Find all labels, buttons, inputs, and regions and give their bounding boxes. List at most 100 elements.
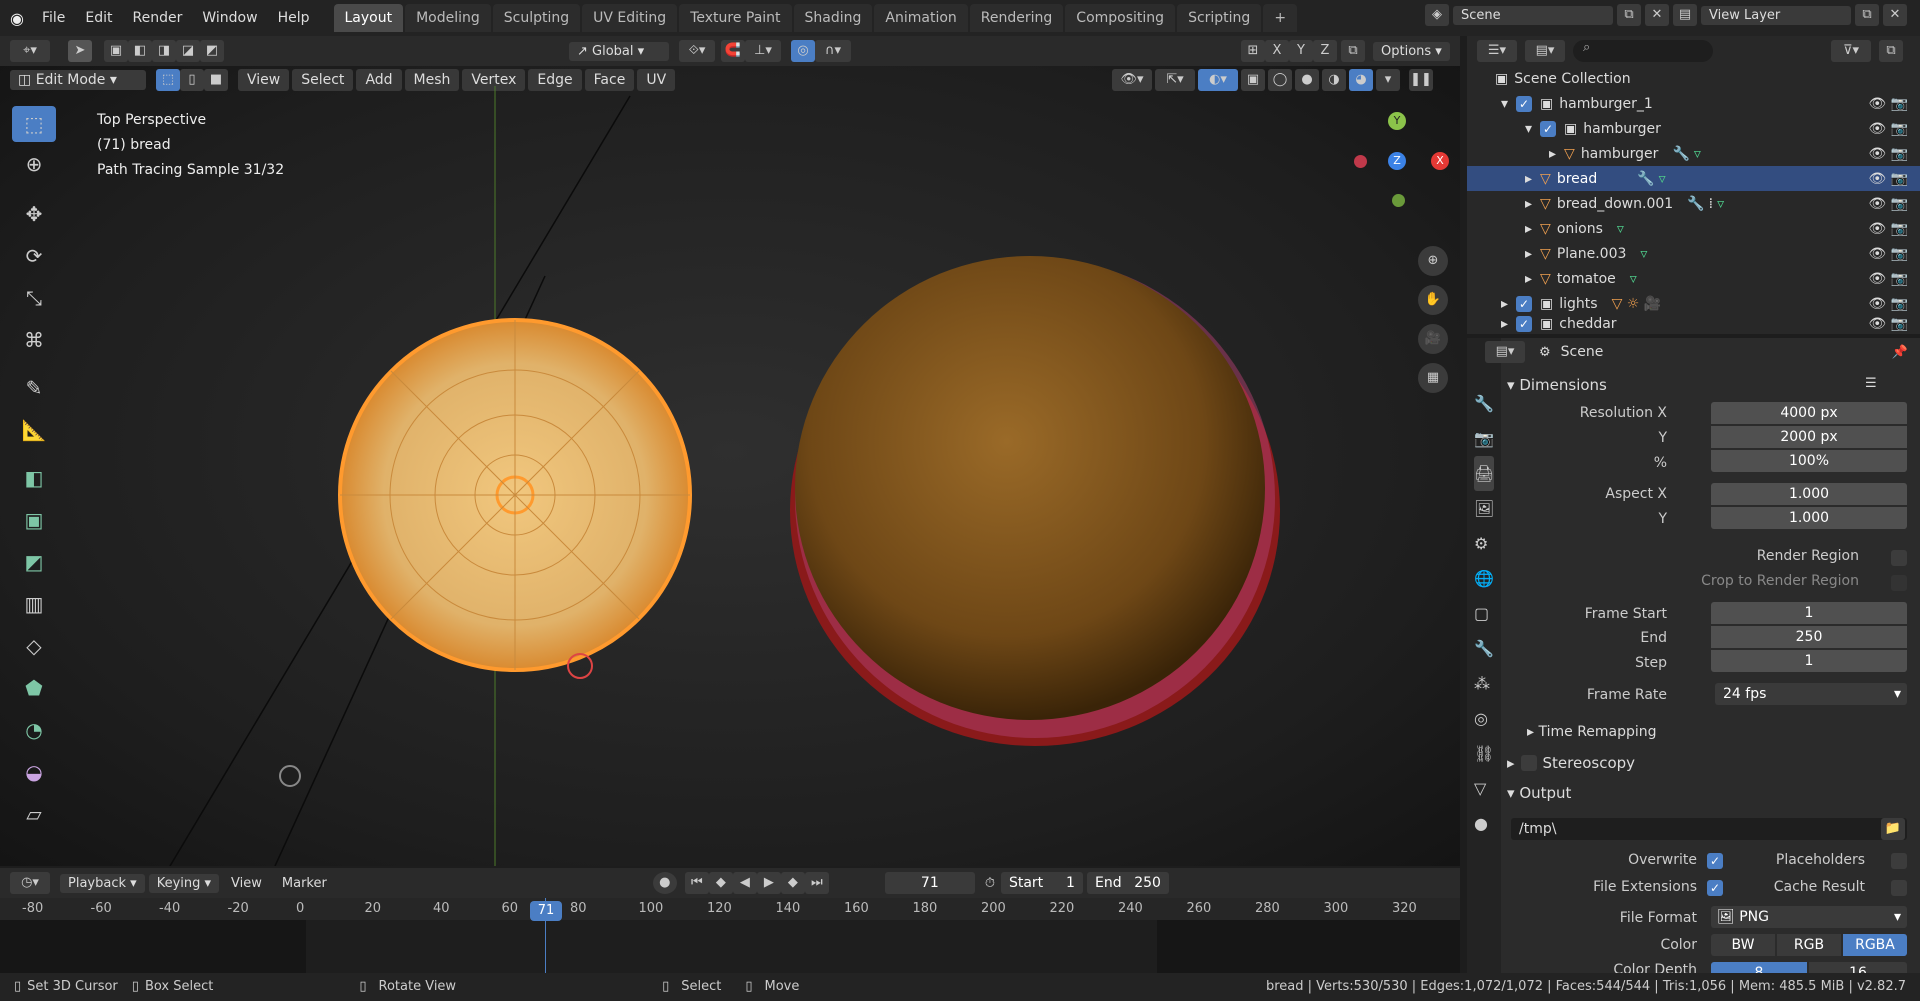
next-keyframe-icon[interactable]: ◆ [780, 872, 805, 894]
menu-edit[interactable]: Edit [75, 10, 122, 26]
new-collection-icon[interactable]: ⧉ [1879, 40, 1903, 62]
light-object-icon[interactable] [279, 765, 301, 787]
jump-start-icon[interactable]: ⏮ [684, 872, 709, 894]
bread-down-mesh[interactable] [790, 256, 1280, 746]
presets-icon[interactable]: ☰ [1865, 376, 1877, 391]
delete-view-layer-icon[interactable]: ✕ [1883, 4, 1907, 26]
properties-editor-icon[interactable]: ▤▾ [1485, 341, 1525, 363]
tab-sculpting[interactable]: Sculpting [492, 4, 581, 32]
delete-scene-icon[interactable]: ✕ [1645, 4, 1669, 26]
render-tab-icon[interactable]: 📷 [1474, 421, 1494, 456]
material-tab-icon[interactable]: ● [1474, 806, 1494, 841]
current-frame-field[interactable]: 71 [884, 872, 975, 894]
eye-icon[interactable]: 👁 📷 [1868, 271, 1908, 287]
menu-window[interactable]: Window [192, 10, 267, 26]
frame-end-field[interactable]: 250 [1711, 626, 1907, 648]
expand-arrow-icon[interactable]: ▸ [1525, 246, 1532, 262]
color-depth-16-button[interactable]: 16 [1809, 962, 1907, 973]
expand-arrow-icon[interactable]: ▸ [1501, 296, 1508, 312]
view-layer-icon[interactable]: ▤ [1673, 4, 1697, 26]
expand-arrow-icon[interactable]: ▾ [1525, 121, 1532, 137]
frame-start-field[interactable]: 1 [1711, 602, 1907, 624]
eye-icon[interactable]: 👁 📷 [1868, 221, 1908, 237]
tab-animation[interactable]: Animation [874, 4, 968, 32]
scene-tab-icon[interactable]: ⚙ [1474, 526, 1494, 561]
eye-icon[interactable]: 👁 📷 [1868, 296, 1908, 312]
expand-arrow-icon[interactable]: ▸ [1525, 171, 1532, 187]
display-mode-icon[interactable]: ▤▾ [1525, 40, 1565, 62]
stereoscopy-checkbox[interactable] [1520, 755, 1537, 771]
tab-uv-editing[interactable]: UV Editing [582, 4, 678, 32]
expand-arrow-icon[interactable]: ▾ [1501, 96, 1508, 112]
time-remapping-header[interactable]: ▸ Time Remapping [1527, 724, 1657, 740]
outliner-row[interactable]: ▾ ✓ ▣ hamburger 👁 📷 [1467, 116, 1920, 141]
keying-menu[interactable]: Keying ▾ [148, 873, 220, 893]
filter-icon[interactable]: ⊽▾ [1831, 40, 1871, 62]
timeline-editor-icon[interactable]: ◷▾ [10, 872, 50, 894]
aspect-y-field[interactable]: 1.000 [1711, 507, 1907, 529]
timeline-track-area[interactable] [0, 898, 1460, 973]
stereoscopy-header[interactable]: ▸ Stereoscopy [1507, 754, 1635, 772]
outliner-row[interactable]: ▸ ▽ tomatoe ▿ 👁 📷 [1467, 266, 1920, 291]
constraints-tab-icon[interactable]: ⛓ [1474, 736, 1494, 771]
collection-checkbox[interactable]: ✓ [1540, 120, 1557, 137]
tab-layout[interactable]: Layout [333, 4, 404, 32]
object-tab-icon[interactable]: ▢ [1474, 596, 1494, 631]
scene-name-field[interactable]: Scene [1453, 5, 1613, 25]
gizmo-x-axis[interactable]: X [1431, 152, 1449, 170]
playback-menu[interactable]: Playback ▾ [60, 873, 145, 893]
output-path-field[interactable]: /tmp\ [1511, 818, 1907, 840]
camera-view-icon[interactable]: 🎥 [1418, 324, 1448, 354]
cache-result-checkbox[interactable] [1891, 880, 1907, 896]
crop-region-checkbox[interactable] [1891, 575, 1907, 591]
outliner-row[interactable]: ▸ ▽ onions ▿ 👁 📷 [1467, 216, 1920, 241]
outliner-root[interactable]: ▣ Scene Collection [1467, 66, 1920, 91]
eye-icon[interactable]: 👁 📷 [1868, 246, 1908, 262]
physics-tab-icon[interactable]: ◎ [1474, 701, 1494, 736]
outliner-editor-icon[interactable]: ☰▾ [1477, 40, 1517, 62]
gizmo-y-axis[interactable]: Y [1388, 112, 1406, 130]
bread-mesh-selected[interactable] [338, 318, 692, 672]
tab-compositing[interactable]: Compositing [1065, 4, 1176, 32]
gizmo-z-axis[interactable]: Z [1388, 152, 1406, 170]
color-rgba-button[interactable]: RGBA [1843, 934, 1907, 956]
particles-tab-icon[interactable]: ⁂ [1474, 666, 1494, 701]
add-workspace-button[interactable]: + [1263, 4, 1298, 32]
view-layer-field[interactable]: View Layer [1701, 5, 1851, 25]
output-tab-icon[interactable]: 🖨 [1474, 456, 1495, 491]
expand-arrow-icon[interactable]: ▸ [1549, 146, 1556, 162]
outliner-search-input[interactable]: ⌕ [1573, 40, 1713, 62]
view-layer-tab-icon[interactable]: 🖼 [1474, 491, 1494, 526]
world-tab-icon[interactable]: 🌐 [1474, 561, 1494, 596]
menu-help[interactable]: Help [268, 10, 320, 26]
outliner-row[interactable]: ▸ ✓ ▣ cheddar 👁 📷 [1467, 314, 1920, 334]
render-region-checkbox[interactable] [1891, 550, 1907, 566]
aspect-x-field[interactable]: 1.000 [1711, 483, 1907, 505]
file-format-dropdown[interactable]: 🖼 PNG ▾ [1711, 906, 1907, 928]
tab-scripting[interactable]: Scripting [1177, 4, 1262, 32]
eye-icon[interactable]: 👁 📷 [1868, 171, 1908, 187]
eye-icon[interactable]: 👁 📷 [1868, 316, 1908, 332]
timeline-ruler[interactable]: -80 -60 -40 -20 0 20 40 60 80 100 120 140 160 180 200 2… [0, 898, 1460, 920]
color-bw-button[interactable]: BW [1711, 934, 1775, 956]
eye-icon[interactable]: 👁 📷 [1868, 196, 1908, 212]
tab-texture-paint[interactable]: Texture Paint [679, 4, 792, 32]
frame-step-field[interactable]: 1 [1711, 650, 1907, 672]
end-frame-field[interactable]: End 250 [1086, 872, 1169, 894]
resolution-x-field[interactable]: 4000 px [1711, 402, 1907, 424]
play-reverse-icon[interactable]: ◀ [732, 872, 757, 894]
eye-icon[interactable]: 👁 📷 [1868, 121, 1908, 137]
gizmo-neg-y-axis[interactable] [1392, 194, 1405, 207]
play-icon[interactable]: ▶ [756, 872, 781, 894]
outliner-row[interactable]: ▸ ▽ bread_down.001 🔧 ⁞ ▿ 👁 📷 [1467, 191, 1920, 216]
frame-rate-dropdown[interactable]: 24 fps ▾ [1715, 683, 1907, 705]
outliner-row[interactable]: ▾ ✓ ▣ hamburger_1 👁 📷 [1467, 91, 1920, 116]
outliner-row[interactable]: ▸ ✓ ▣ lights ▽ ☼ 🎥 👁 📷 [1467, 291, 1920, 316]
scene-icon[interactable]: ◈ [1425, 4, 1449, 26]
tab-rendering[interactable]: Rendering [969, 4, 1064, 32]
tool-tab-icon[interactable]: 🔧 [1474, 386, 1494, 421]
eye-icon[interactable]: 👁 📷 [1868, 96, 1908, 112]
zoom-icon[interactable]: ⊕ [1418, 246, 1448, 276]
eye-icon[interactable]: 👁 📷 [1868, 146, 1908, 162]
resolution-y-field[interactable]: 2000 px [1711, 426, 1907, 448]
